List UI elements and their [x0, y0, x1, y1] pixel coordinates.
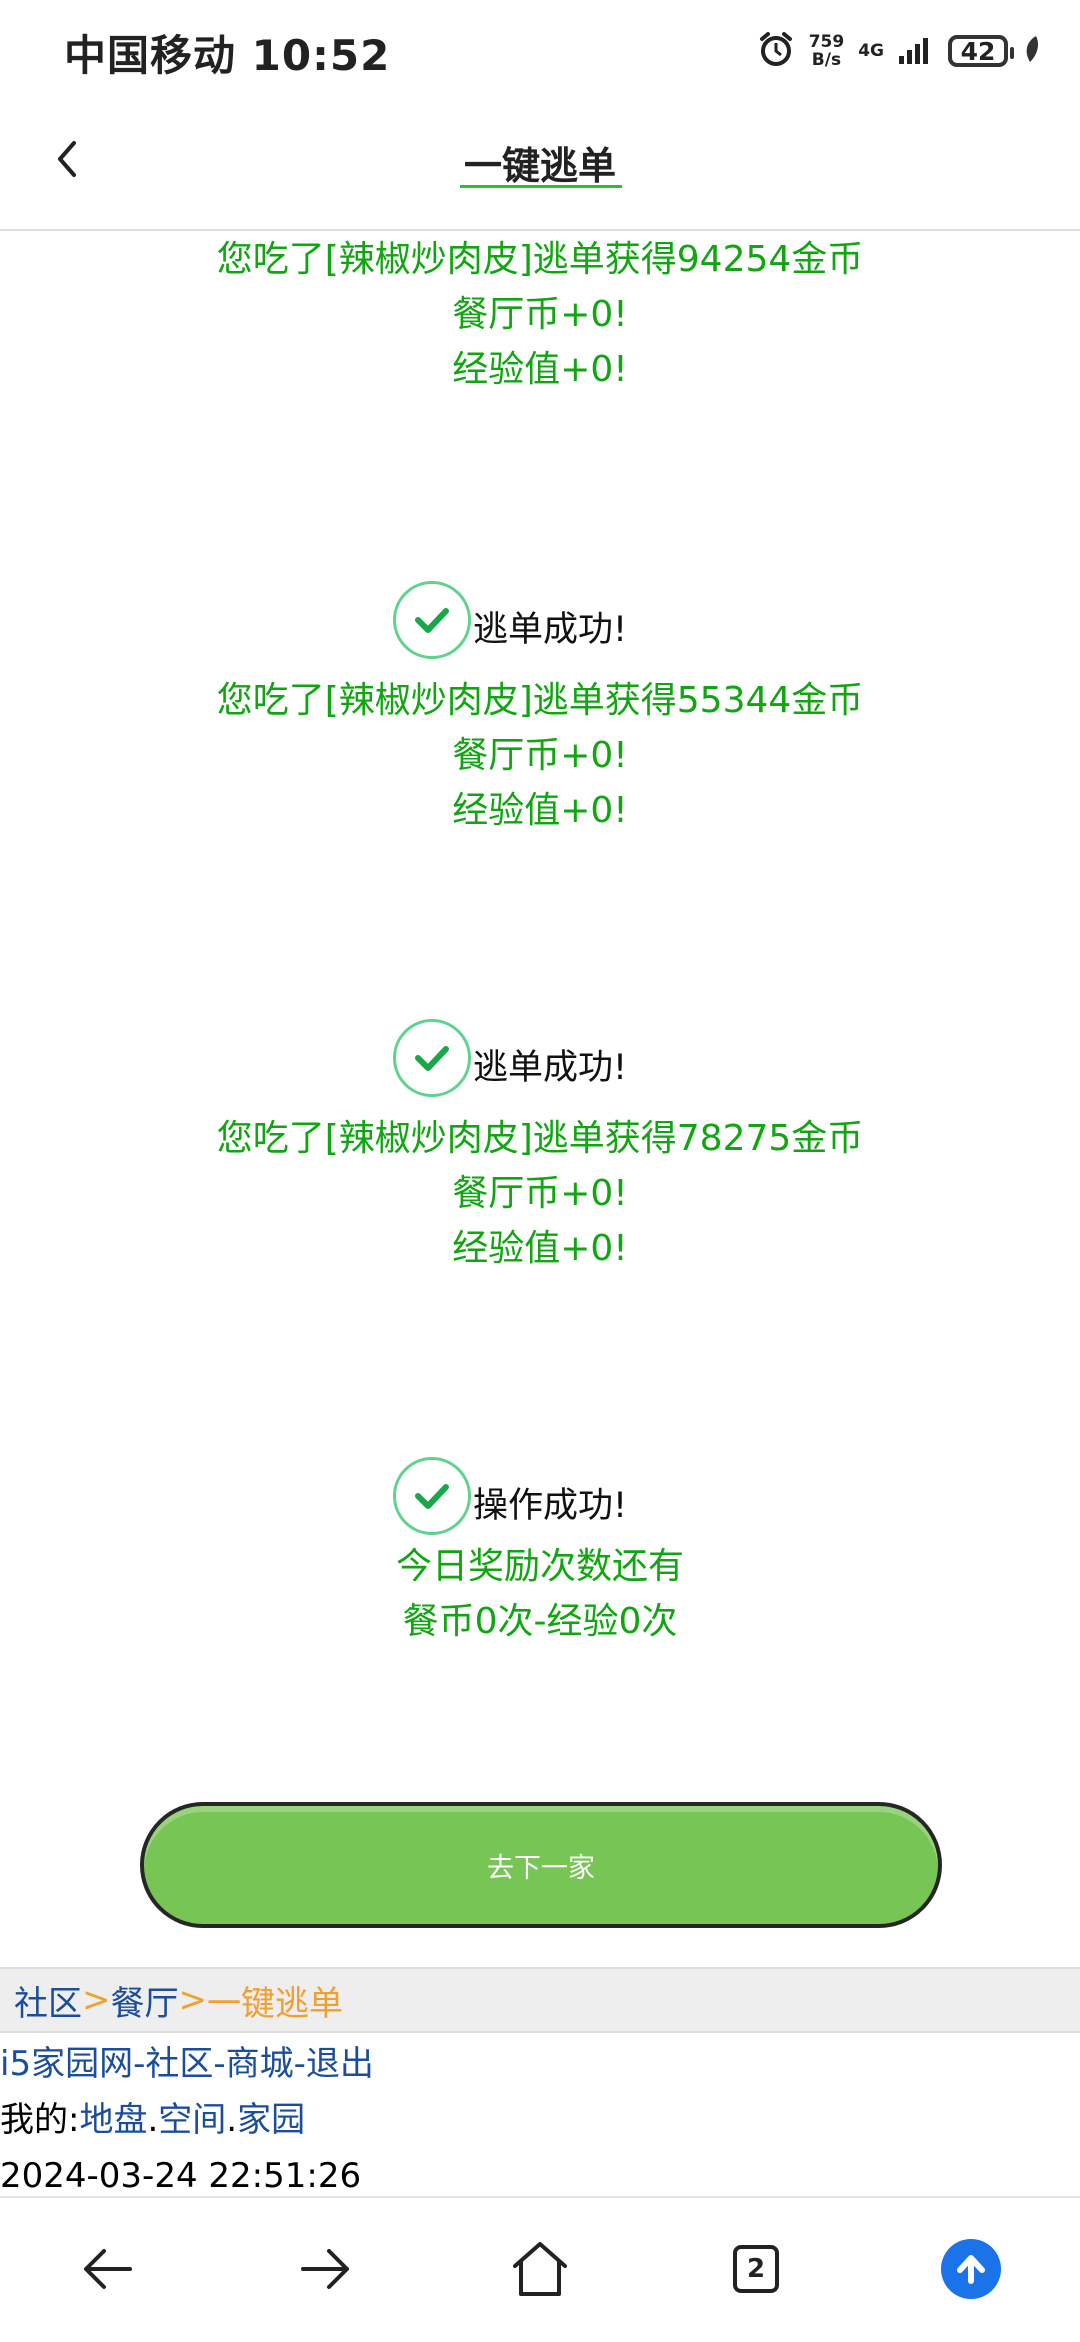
reward-message: 您吃了[辣椒炒肉皮]逃单获得94254金币: [216, 239, 864, 280]
breadcrumb-separator: >: [82, 1980, 111, 2020]
footer-separator: -: [293, 2044, 306, 2084]
success-text: 逃单成功!: [472, 1047, 628, 1088]
tabs-icon: 2: [733, 2245, 779, 2293]
carrier-name: 中国移动: [64, 31, 237, 80]
status-left: 中国移动 10:52: [64, 22, 390, 83]
footer-separator: -: [133, 2044, 146, 2084]
next-restaurant-label: 去下一家: [487, 1852, 595, 1884]
battery-icon: 42: [948, 35, 1014, 67]
exp-text: 经验值+0!: [452, 349, 628, 390]
next-restaurant-button[interactable]: 去下一家: [140, 1802, 942, 1928]
mine-label: 我的:: [0, 2100, 80, 2140]
browser-tabs-button[interactable]: 2: [723, 2236, 789, 2302]
breadcrumb-community-link[interactable]: 社区: [14, 1976, 82, 2025]
status-right: 759 B/s 4G 42: [757, 28, 1042, 74]
final-info: 今日奖励次数还有 餐币0次-经验0次: [0, 1539, 1080, 1649]
check-circle-icon: [392, 1457, 471, 1535]
app-header: 一键逃单: [0, 105, 1080, 231]
final-status-text: 操作成功!: [472, 1485, 628, 1526]
net-speed: 759 B/s: [808, 32, 845, 70]
reward-message: 您吃了[辣椒炒肉皮]逃单获得55344金币: [216, 680, 864, 721]
page-title: 一键逃单: [463, 144, 616, 188]
signal-icon: [898, 34, 934, 68]
network-type: 4G: [858, 41, 884, 61]
success-row: 逃单成功!: [0, 1015, 1080, 1101]
success-text: 逃单成功!: [472, 609, 628, 650]
exp-text: 经验值+0!: [452, 790, 628, 831]
arrow-left-icon: [84, 2249, 132, 2289]
browser-home-button[interactable]: [507, 2236, 573, 2302]
final-success-row: 操作成功!: [0, 1453, 1080, 1539]
footer: i5家园网-社区-商城-退出 我的:地盘.空间.家园 2024-03-24 22…: [0, 2036, 1080, 2204]
arrow-up-circle-icon: [941, 2239, 1001, 2299]
restaurant-coin-text: 餐厅币+0!: [452, 735, 628, 776]
browser-forward-button[interactable]: [292, 2236, 358, 2302]
check-circle-icon: [392, 581, 471, 659]
reward-message: 您吃了[辣椒炒肉皮]逃单获得78275金币: [216, 1118, 864, 1159]
home-icon: [513, 2242, 567, 2296]
leaf-icon: [1022, 34, 1042, 68]
clock: 10:52: [251, 31, 391, 80]
footer-dot: .: [147, 2100, 159, 2140]
breadcrumb-restaurant-link[interactable]: 餐厅: [111, 1976, 179, 2025]
check-circle-icon: [392, 1019, 471, 1097]
footer-separator: -: [213, 2044, 226, 2084]
result-list: 您吃了[辣椒炒肉皮]逃单获得94254金币 餐厅币+0! 经验值+0! 逃单成功…: [0, 232, 1080, 1649]
remaining-rewards-label: 今日奖励次数还有: [395, 1546, 684, 1587]
remaining-rewards-value: 餐币0次-经验0次: [402, 1601, 678, 1642]
success-row: 逃单成功!: [0, 577, 1080, 663]
battery-level: 42: [960, 36, 996, 66]
footer-dot: .: [226, 2100, 238, 2140]
breadcrumb-separator: >: [178, 1980, 208, 2020]
breadcrumb-current: 一键逃单: [207, 1983, 343, 2024]
logout-link[interactable]: 退出: [306, 2044, 374, 2084]
footer-links-row: i5家园网-社区-商城-退出: [0, 2036, 1080, 2092]
arrow-right-icon: [301, 2249, 349, 2289]
browser-bottom-nav: 2: [0, 2196, 1080, 2342]
result-block: 您吃了[辣椒炒肉皮]逃单获得55344金币 餐厅币+0! 经验值+0!: [0, 673, 1080, 838]
my-links-row: 我的:地盘.空间.家园: [0, 2092, 1080, 2148]
alarm-icon: [757, 30, 795, 72]
result-block: 您吃了[辣椒炒肉皮]逃单获得78275金币 餐厅币+0! 经验值+0!: [0, 1111, 1080, 1276]
community-link[interactable]: 社区: [145, 2044, 213, 2084]
title-underline: [460, 185, 622, 188]
home-link[interactable]: 家园: [237, 2100, 305, 2140]
site-home-link[interactable]: i5家园网: [0, 2044, 133, 2084]
breadcrumb: 社区 > 餐厅 > 一键逃单: [0, 1967, 1080, 2033]
result-block: 您吃了[辣椒炒肉皮]逃单获得94254金币 餐厅币+0! 经验值+0!: [0, 232, 1080, 397]
browser-back-button[interactable]: [75, 2236, 141, 2302]
space-link[interactable]: 空间: [158, 2100, 226, 2140]
restaurant-coin-text: 餐厅币+0!: [452, 1173, 628, 1214]
land-link[interactable]: 地盘: [79, 2100, 147, 2140]
restaurant-coin-text: 餐厅币+0!: [452, 294, 628, 335]
tab-count: 2: [746, 2254, 766, 2284]
exp-text: 经验值+0!: [452, 1228, 628, 1269]
status-bar: 中国移动 10:52 759 B/s 4G 42: [0, 0, 1080, 105]
scroll-to-top-button[interactable]: [938, 2236, 1004, 2302]
mall-link[interactable]: 商城: [226, 2044, 294, 2084]
